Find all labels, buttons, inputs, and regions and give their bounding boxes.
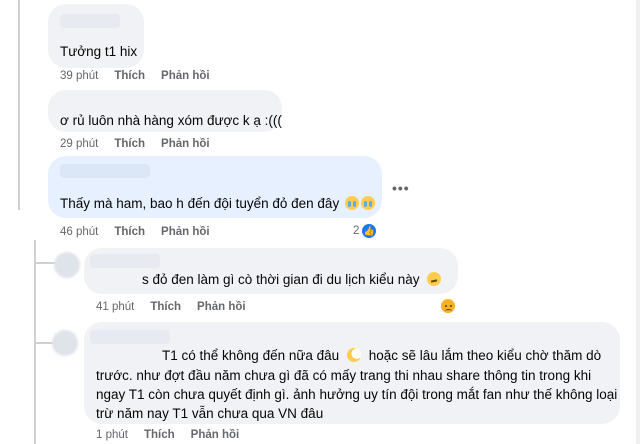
confused-face-icon xyxy=(427,272,442,286)
reply-button[interactable]: Phản hồi xyxy=(161,226,210,238)
comment-time[interactable]: 1 phút xyxy=(96,429,128,441)
like-button[interactable]: Thích xyxy=(150,301,181,313)
comment-bubble: s đỏ đen làm gì cò thời gian đi du lịch … xyxy=(84,248,458,294)
comment-actions: 46 phút Thích Phản hồi xyxy=(60,226,210,238)
comment-actions: 39 phút Thích Phản hồi xyxy=(60,70,210,82)
comment-time[interactable]: 29 phút xyxy=(60,138,98,150)
sad-reaction-icon[interactable] xyxy=(440,298,456,314)
comment-actions: 41 phút Thích Phản hồi xyxy=(96,301,246,313)
reaction-count: 2 xyxy=(353,225,360,237)
author-name-redacted xyxy=(90,330,170,344)
comment-time[interactable]: 39 phút xyxy=(60,70,98,82)
author-name-redacted xyxy=(60,14,120,28)
more-options-icon[interactable]: ••• xyxy=(392,180,410,196)
scrollbar[interactable] xyxy=(636,0,640,444)
author-name-redacted xyxy=(60,164,150,178)
reaction-summary[interactable]: 2 👍 xyxy=(353,223,378,239)
comment-actions: 1 phút Thích Phản hồi xyxy=(96,429,239,441)
like-button[interactable]: Thích xyxy=(114,226,145,238)
comment-text: ơ rủ luôn nhà hàng xóm được k ạ :((( xyxy=(60,113,282,128)
comment-bubble: Tưởng t1 hix xyxy=(48,4,144,68)
reply-button[interactable]: Phản hồi xyxy=(161,70,210,82)
comment-text-line: T1 có thể không đến nữa đâu hoặc sẽ lâu … xyxy=(162,348,602,363)
thread-connector xyxy=(34,262,56,264)
comment-bubble: ơ rủ luôn nhà hàng xóm được k ạ :((( xyxy=(48,90,282,132)
avatar[interactable] xyxy=(54,252,80,278)
loudly-crying-face-icon xyxy=(344,196,359,210)
comment-text-line: ngay T1 còn chưa quyết định gì. ảnh hưởn… xyxy=(96,387,618,402)
like-button[interactable]: Thích xyxy=(114,138,145,150)
reply-button[interactable]: Phản hồi xyxy=(191,429,240,441)
comment-time[interactable]: 41 phút xyxy=(96,301,134,313)
comment-bubble: T1 có thể không đến nữa đâu hoặc sẽ lâu … xyxy=(84,322,620,424)
comment-text-line: trước. như đợt đầu năm chưa gì đã có mấy… xyxy=(96,368,592,383)
author-name-redacted xyxy=(90,254,160,268)
comment-text: Thấy mà ham, bao h đến đội tuyển đỏ đen … xyxy=(60,194,375,213)
avatar[interactable] xyxy=(52,330,78,356)
reply-button[interactable]: Phản hồi xyxy=(197,301,246,313)
comment-time[interactable]: 46 phút xyxy=(60,226,98,238)
comment-actions: 29 phút Thích Phản hồi xyxy=(60,138,210,150)
comment-text: s đỏ đen làm gì cò thời gian đi du lịch … xyxy=(142,270,442,289)
like-button[interactable]: Thích xyxy=(114,70,145,82)
comment-text: Tưởng t1 hix xyxy=(60,44,138,59)
like-button[interactable]: Thích xyxy=(144,429,175,441)
comment-bubble: Thấy mà ham, bao h đến đội tuyển đỏ đen … xyxy=(48,156,382,218)
reply-button[interactable]: Phản hồi xyxy=(161,138,210,150)
like-reaction-icon: 👍 xyxy=(361,223,378,239)
crescent-moon-icon xyxy=(346,348,361,362)
loudly-crying-face-icon xyxy=(360,196,375,210)
thread-line xyxy=(18,0,20,210)
comment-text-line: trừ năm nay T1 vẫn chưa qua VN đâu xyxy=(96,406,324,421)
